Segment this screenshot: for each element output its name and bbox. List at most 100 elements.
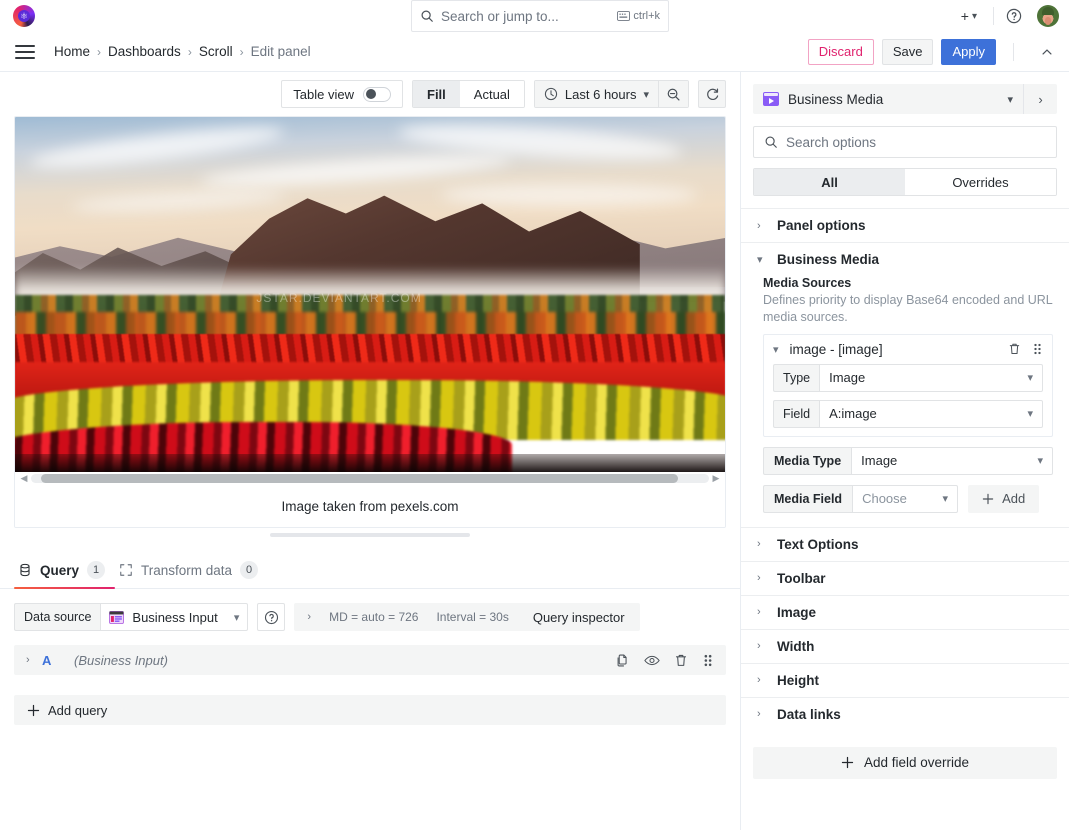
image-horizontal-scrollbar[interactable]: ◀ ▶ xyxy=(15,472,725,485)
collapse-options-icon[interactable]: › xyxy=(1023,84,1057,114)
chevron-down-icon: ▾ xyxy=(1027,407,1033,420)
refresh-icon[interactable] xyxy=(698,80,726,108)
section-image-label: Image xyxy=(777,605,816,620)
media-field-label: Media Field xyxy=(763,485,852,513)
media-field-select[interactable]: Choose ▾ xyxy=(852,485,958,513)
panel-edit-actions: Discard Save Apply xyxy=(808,39,1059,65)
apply-button[interactable]: Apply xyxy=(941,39,996,65)
tab-query[interactable]: Query 1 xyxy=(14,550,115,588)
section-height-header[interactable]: › Height xyxy=(741,664,1069,697)
scrollbar-track[interactable] xyxy=(31,474,709,483)
add-media-field-button[interactable]: Add xyxy=(968,485,1039,513)
breadcrumb: Home › Dashboards › Scroll › Edit panel xyxy=(54,44,311,59)
foreground-shadow xyxy=(15,454,725,472)
table-row[interactable]: › A (Business Input) xyxy=(14,645,726,675)
create-new-button[interactable]: + ▾ xyxy=(954,5,984,27)
chevron-down-icon[interactable]: ▾ xyxy=(773,343,779,356)
grafana-logo-icon[interactable]: ⚛ xyxy=(13,5,35,27)
interval-text: Interval = 30s xyxy=(427,610,517,624)
section-toolbar-header[interactable]: › Toolbar xyxy=(741,562,1069,595)
chevron-down-icon: ▾ xyxy=(929,492,949,505)
query-row-expand-icon[interactable]: › xyxy=(26,654,42,666)
image-watermark: JSTAR.DEVIANTART.COM xyxy=(256,291,421,305)
search-icon xyxy=(764,135,778,149)
data-source-picker[interactable]: Business Input ▾ xyxy=(100,603,248,631)
help-circle-icon[interactable] xyxy=(1003,5,1025,27)
chevron-up-icon[interactable] xyxy=(1035,40,1059,64)
drag-handle-icon[interactable] xyxy=(702,653,714,668)
scroll-right-icon[interactable]: ▶ xyxy=(709,473,723,484)
top-bar-actions: + ▾ xyxy=(954,5,1069,27)
time-range-value: Last 6 hours xyxy=(565,87,637,102)
transform-icon xyxy=(119,563,133,577)
fit-mode-fill[interactable]: Fill xyxy=(413,81,460,107)
media-source-type-label: Type xyxy=(773,364,819,392)
visualization-picker-toggle[interactable]: Business Media ▾ xyxy=(753,92,1023,107)
section-image-header[interactable]: › Image xyxy=(741,596,1069,629)
search-options-placeholder: Search options xyxy=(786,135,876,150)
logo-wrapper[interactable]: ⚛ xyxy=(0,5,48,27)
panel-resize-handle[interactable] xyxy=(14,528,726,542)
plus-icon xyxy=(982,493,994,505)
section-data-links-header[interactable]: › Data links xyxy=(741,698,1069,731)
media-source-item-header[interactable]: ▾ image - [image] xyxy=(764,335,1052,364)
media-type-select[interactable]: Image ▾ xyxy=(851,447,1053,475)
options-pane: Business Media ▾ › Search options All Ov… xyxy=(740,72,1069,830)
discard-button[interactable]: Discard xyxy=(808,39,874,65)
section-business-media-label: Business Media xyxy=(777,252,879,267)
media-source-type-value: Image xyxy=(829,370,865,385)
delete-icon[interactable] xyxy=(674,653,688,668)
tab-overrides[interactable]: Overrides xyxy=(905,169,1056,195)
breadcrumb-item-dashboards[interactable]: Dashboards xyxy=(108,44,181,59)
avatar[interactable] xyxy=(1037,5,1059,27)
drag-handle-icon[interactable] xyxy=(1032,342,1043,356)
delete-icon[interactable] xyxy=(1008,342,1021,356)
breadcrumb-item-edit-panel: Edit panel xyxy=(251,44,311,59)
breadcrumb-separator: › xyxy=(188,45,192,59)
section-image: › Image xyxy=(741,595,1069,629)
add-field-override-label: Add field override xyxy=(864,755,969,770)
section-width-header[interactable]: › Width xyxy=(741,630,1069,663)
duplicate-icon[interactable] xyxy=(615,653,630,668)
section-text-options-header[interactable]: › Text Options xyxy=(741,528,1069,561)
data-source-label: Data source xyxy=(14,603,100,631)
search-options-input[interactable]: Search options xyxy=(753,126,1057,158)
hamburger-menu-icon[interactable] xyxy=(12,39,38,65)
table-view-toggle[interactable]: Table view xyxy=(281,80,403,108)
section-toolbar-label: Toolbar xyxy=(777,571,826,586)
media-type-value: Image xyxy=(861,453,897,468)
breadcrumb-item-scroll[interactable]: Scroll xyxy=(199,44,233,59)
add-field-override-button[interactable]: Add field override xyxy=(753,747,1057,779)
keyboard-icon xyxy=(617,11,630,21)
time-range-picker[interactable]: Last 6 hours ▾ xyxy=(535,81,658,107)
scrollbar-thumb[interactable] xyxy=(41,474,678,483)
data-source-help-icon[interactable] xyxy=(257,603,285,631)
media-image: JSTAR.DEVIANTART.COM xyxy=(15,117,725,472)
options-scroll-area[interactable]: › Panel options ▾ Business Media Media S… xyxy=(741,208,1069,830)
media-source-type-select[interactable]: Image ▾ xyxy=(819,364,1043,392)
search-shortcut-hint: ctrl+k xyxy=(617,10,660,22)
table-view-switch[interactable] xyxy=(363,87,391,102)
add-query-label: Add query xyxy=(48,703,107,718)
query-inspector-button[interactable]: Query inspector xyxy=(522,603,636,631)
save-button[interactable]: Save xyxy=(882,39,934,65)
add-query-button[interactable]: Add query xyxy=(14,695,726,725)
zoom-out-icon[interactable] xyxy=(658,81,688,107)
section-panel-options-label: Panel options xyxy=(777,218,866,233)
breadcrumb-separator: › xyxy=(240,45,244,59)
section-panel-options-header[interactable]: › Panel options xyxy=(741,209,1069,242)
section-data-links: › Data links xyxy=(741,697,1069,731)
query-options[interactable]: › MD = auto = 726 Interval = 30s Query i… xyxy=(294,603,639,631)
media-source-item-title: image - [image] xyxy=(790,342,883,357)
section-business-media-header[interactable]: ▾ Business Media xyxy=(741,243,1069,276)
chevron-right-icon: › xyxy=(757,220,765,232)
scroll-left-icon[interactable]: ◀ xyxy=(17,473,31,484)
fit-mode-actual[interactable]: Actual xyxy=(460,81,524,107)
tab-transform-data[interactable]: Transform data 0 xyxy=(115,550,268,588)
hide-icon[interactable] xyxy=(644,653,660,668)
chevron-right-icon: › xyxy=(757,538,765,550)
media-source-field-select[interactable]: A:image ▾ xyxy=(819,400,1043,428)
breadcrumb-item-home[interactable]: Home xyxy=(54,44,90,59)
tab-all[interactable]: All xyxy=(754,169,905,195)
global-search-input[interactable]: Search or jump to... ctrl+k xyxy=(411,0,669,32)
